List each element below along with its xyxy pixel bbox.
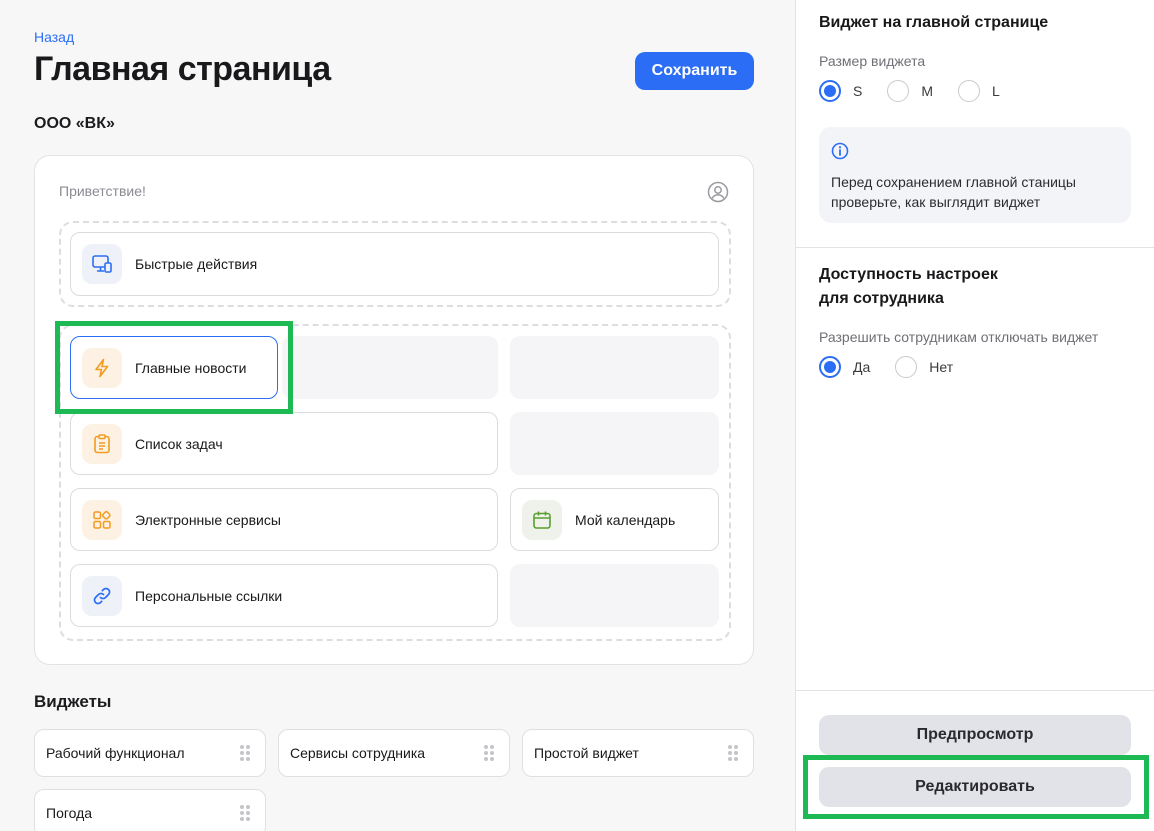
widget-size-label: Размер виджета bbox=[819, 53, 926, 69]
radio-label: S bbox=[853, 83, 863, 99]
access-settings-title-line2: для сотрудника bbox=[819, 290, 944, 307]
widget-e-services[interactable]: Электронные сервисы bbox=[70, 488, 498, 551]
widget-personal-links[interactable]: Персональные ссылки bbox=[70, 564, 498, 627]
back-link[interactable]: Назад bbox=[34, 29, 74, 45]
widget-chip-employee-services[interactable]: Сервисы сотрудника bbox=[278, 729, 510, 777]
widget-chip-label: Погода bbox=[46, 805, 93, 821]
widget-label: Мой календарь bbox=[575, 511, 676, 528]
empty-slot bbox=[510, 336, 719, 399]
drag-handle-icon[interactable] bbox=[240, 745, 250, 761]
widget-task-list[interactable]: Список задач bbox=[70, 412, 498, 475]
page-title: Главная страница bbox=[34, 50, 331, 88]
main-area: Назад Главная страница Сохранить ООО «ВК… bbox=[0, 0, 795, 831]
size-radio-s[interactable] bbox=[819, 80, 841, 102]
settings-panel: Виджет на главной странице Размер виджет… bbox=[795, 0, 1154, 831]
widget-quick-actions[interactable]: Быстрые действия bbox=[70, 232, 719, 296]
widget-chip-weather[interactable]: Погода bbox=[34, 789, 266, 831]
drag-handle-icon[interactable] bbox=[484, 745, 494, 761]
radio-label: M bbox=[921, 83, 934, 99]
preview-button[interactable]: Предпросмотр bbox=[819, 715, 1131, 755]
edit-button[interactable]: Редактировать bbox=[819, 767, 1131, 807]
allow-radio-no[interactable] bbox=[895, 356, 918, 378]
info-box: Перед сохранением главной станицы провер… bbox=[819, 127, 1131, 223]
allow-radio-yes[interactable] bbox=[819, 356, 841, 378]
empty-slot bbox=[282, 336, 498, 399]
widgets-section-title: Виджеты bbox=[34, 692, 112, 711]
radio-label: Нет bbox=[929, 359, 954, 375]
homepage-preview-card: Приветствие! Быстрые действия Главные но… bbox=[34, 155, 754, 665]
lightning-icon bbox=[82, 347, 122, 388]
divider bbox=[796, 690, 1154, 691]
link-icon bbox=[82, 575, 122, 616]
radio-label: L bbox=[992, 83, 1000, 99]
widget-chip-work-functions[interactable]: Рабочий функционал bbox=[34, 729, 266, 777]
widget-my-calendar[interactable]: Мой календарь bbox=[510, 488, 719, 551]
widget-settings-title: Виджет на главной странице bbox=[819, 14, 1049, 31]
widget-chip-label: Простой виджет bbox=[534, 745, 639, 761]
clipboard-icon bbox=[82, 423, 122, 464]
org-name: ООО «ВК» bbox=[34, 115, 115, 132]
info-text: Перед сохранением главной станицы провер… bbox=[831, 174, 1076, 210]
drag-handle-icon[interactable] bbox=[728, 745, 738, 761]
widget-size-radio-group: S M L bbox=[819, 80, 1025, 102]
size-radio-l[interactable] bbox=[958, 80, 981, 102]
widget-label: Персональные ссылки bbox=[135, 587, 283, 604]
size-radio-m[interactable] bbox=[887, 80, 910, 102]
widget-label: Быстрые действия bbox=[135, 256, 258, 272]
widget-label: Главные новости bbox=[135, 359, 247, 376]
drag-handle-icon[interactable] bbox=[240, 805, 250, 821]
widget-chip-label: Рабочий функционал bbox=[46, 745, 185, 761]
widget-chip-label: Сервисы сотрудника bbox=[290, 745, 426, 761]
monitor-icon bbox=[82, 244, 122, 284]
calendar-icon bbox=[522, 499, 562, 540]
greeting-text: Приветствие! bbox=[59, 183, 146, 199]
allow-disable-radio-group: Да Нет bbox=[819, 356, 978, 378]
widget-label: Электронные сервисы bbox=[135, 511, 281, 528]
widget-chip-simple[interactable]: Простой виджет bbox=[522, 729, 754, 777]
widget-main-news[interactable]: Главные новости bbox=[70, 336, 278, 399]
user-avatar-icon bbox=[707, 181, 729, 203]
widget-label: Список задач bbox=[135, 435, 223, 452]
radio-label: Да bbox=[853, 359, 871, 375]
access-settings-title-line1: Доступность настроек bbox=[819, 266, 998, 283]
empty-slot bbox=[510, 564, 719, 627]
apps-grid-icon bbox=[82, 499, 122, 540]
info-icon bbox=[831, 142, 849, 160]
divider bbox=[796, 247, 1154, 248]
save-button[interactable]: Сохранить bbox=[635, 52, 754, 90]
allow-disable-label: Разрешить сотрудникам отключать виджет bbox=[819, 329, 1099, 345]
empty-slot bbox=[510, 412, 719, 475]
